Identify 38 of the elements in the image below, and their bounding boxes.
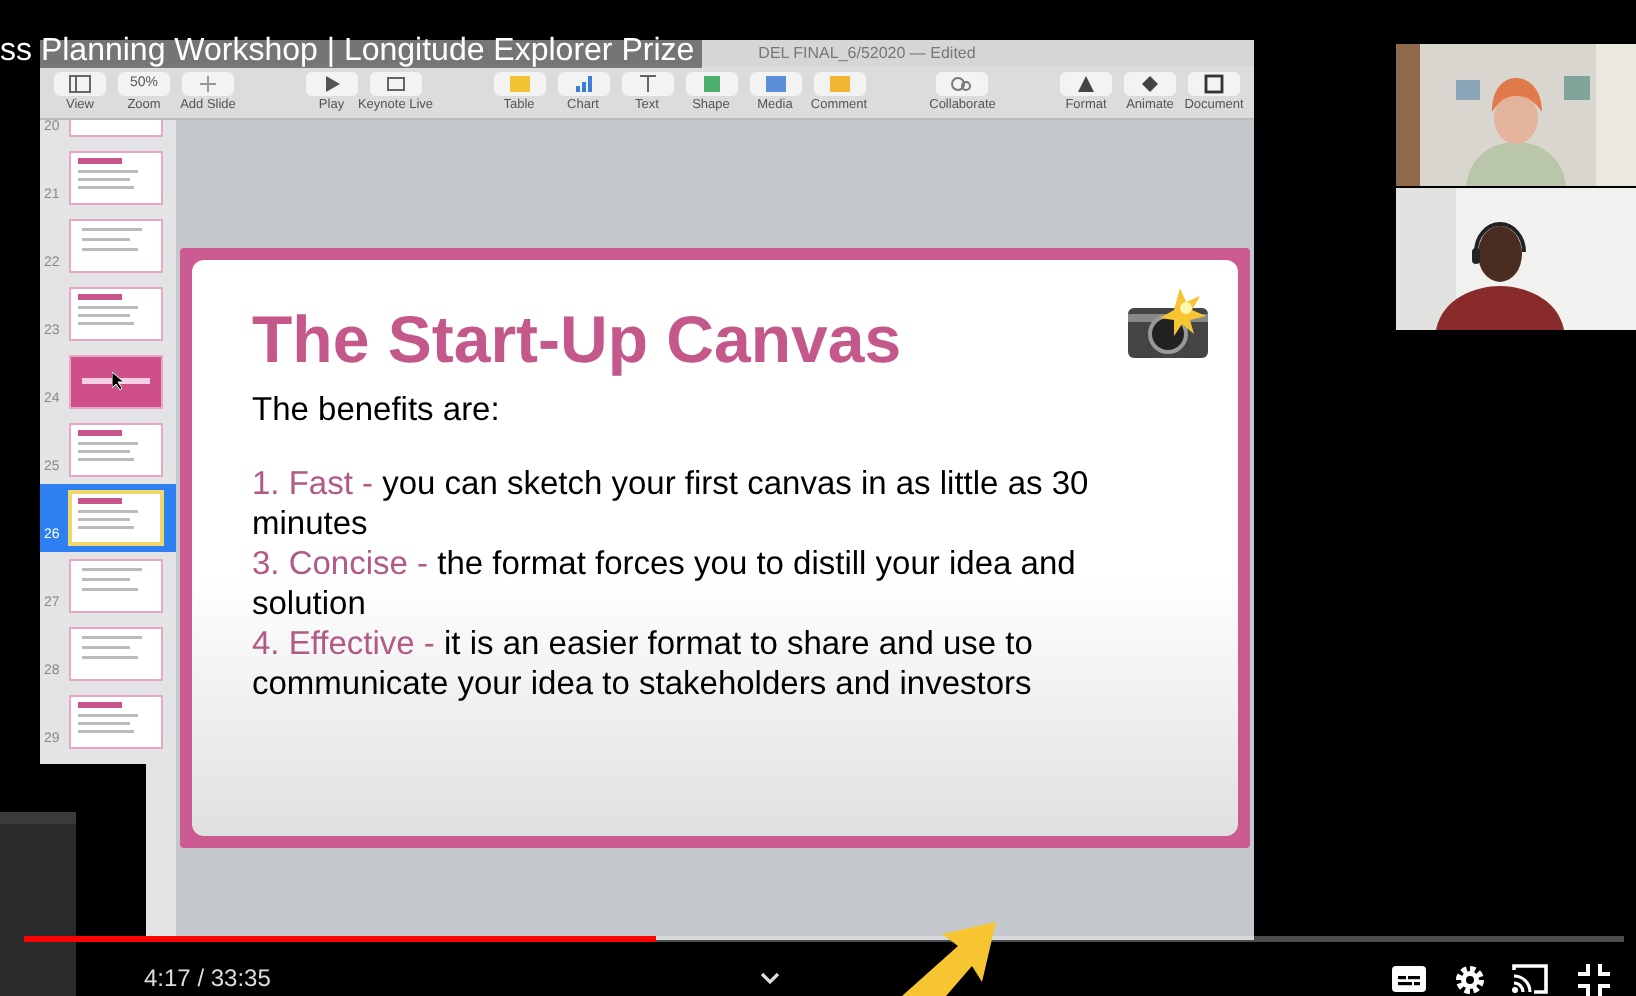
people-icon [948,72,977,96]
progress-bar[interactable] [24,936,1624,942]
chevron-down-icon[interactable] [760,972,780,987]
mouse-pointer-icon [112,372,124,390]
toolbar-button[interactable] [621,72,673,96]
exit-fullscreen-icon[interactable] [1578,963,1610,996]
slide-thumbnail[interactable] [68,490,164,546]
table-icon [505,72,533,96]
slide-thumbnail[interactable] [68,626,164,682]
toolbar-button[interactable] [1188,72,1240,96]
toolbar-button[interactable] [369,72,422,96]
slide-title: The Start-Up Canvas [252,304,902,376]
toolbar-button[interactable] [305,72,358,96]
settings-icon[interactable] [1454,963,1486,996]
comment-icon [825,72,853,96]
media-icon [761,72,789,96]
window-title: DEL FINAL_6/52020 — Edited [758,41,976,65]
camera-flash-icon [1126,288,1210,360]
video-time: 4:17 / 33:35 [144,962,271,996]
benefit-text: 4. Effective - it is an easier format to share and use to communicate your idea to stakeholders and investors [252,623,1035,704]
toolbar-button[interactable] [1124,72,1176,96]
view-icon [66,72,94,96]
toolbar-button[interactable] [54,72,106,96]
slide-thumbnail[interactable] [68,286,164,342]
slide-thumbnail[interactable] [68,422,164,478]
cast-icon[interactable] [1512,964,1548,995]
screen-icon [381,72,410,96]
slide-thumbnail[interactable] [68,150,164,206]
document-icon [1200,72,1228,96]
slide-text: The benefits are: [252,390,502,432]
plus-icon [194,72,222,96]
slide-thumbnail[interactable] [68,354,164,410]
slide-thumbnail[interactable] [68,218,164,274]
video-title: ss Planning Workshop | Longitude Explorer Prize [0,36,703,68]
subtitles-icon[interactable] [1392,966,1426,993]
slide-thumbnail[interactable] [68,694,164,750]
toolbar-button[interactable] [1060,72,1112,96]
slide-thumbnail[interactable] [68,558,164,614]
